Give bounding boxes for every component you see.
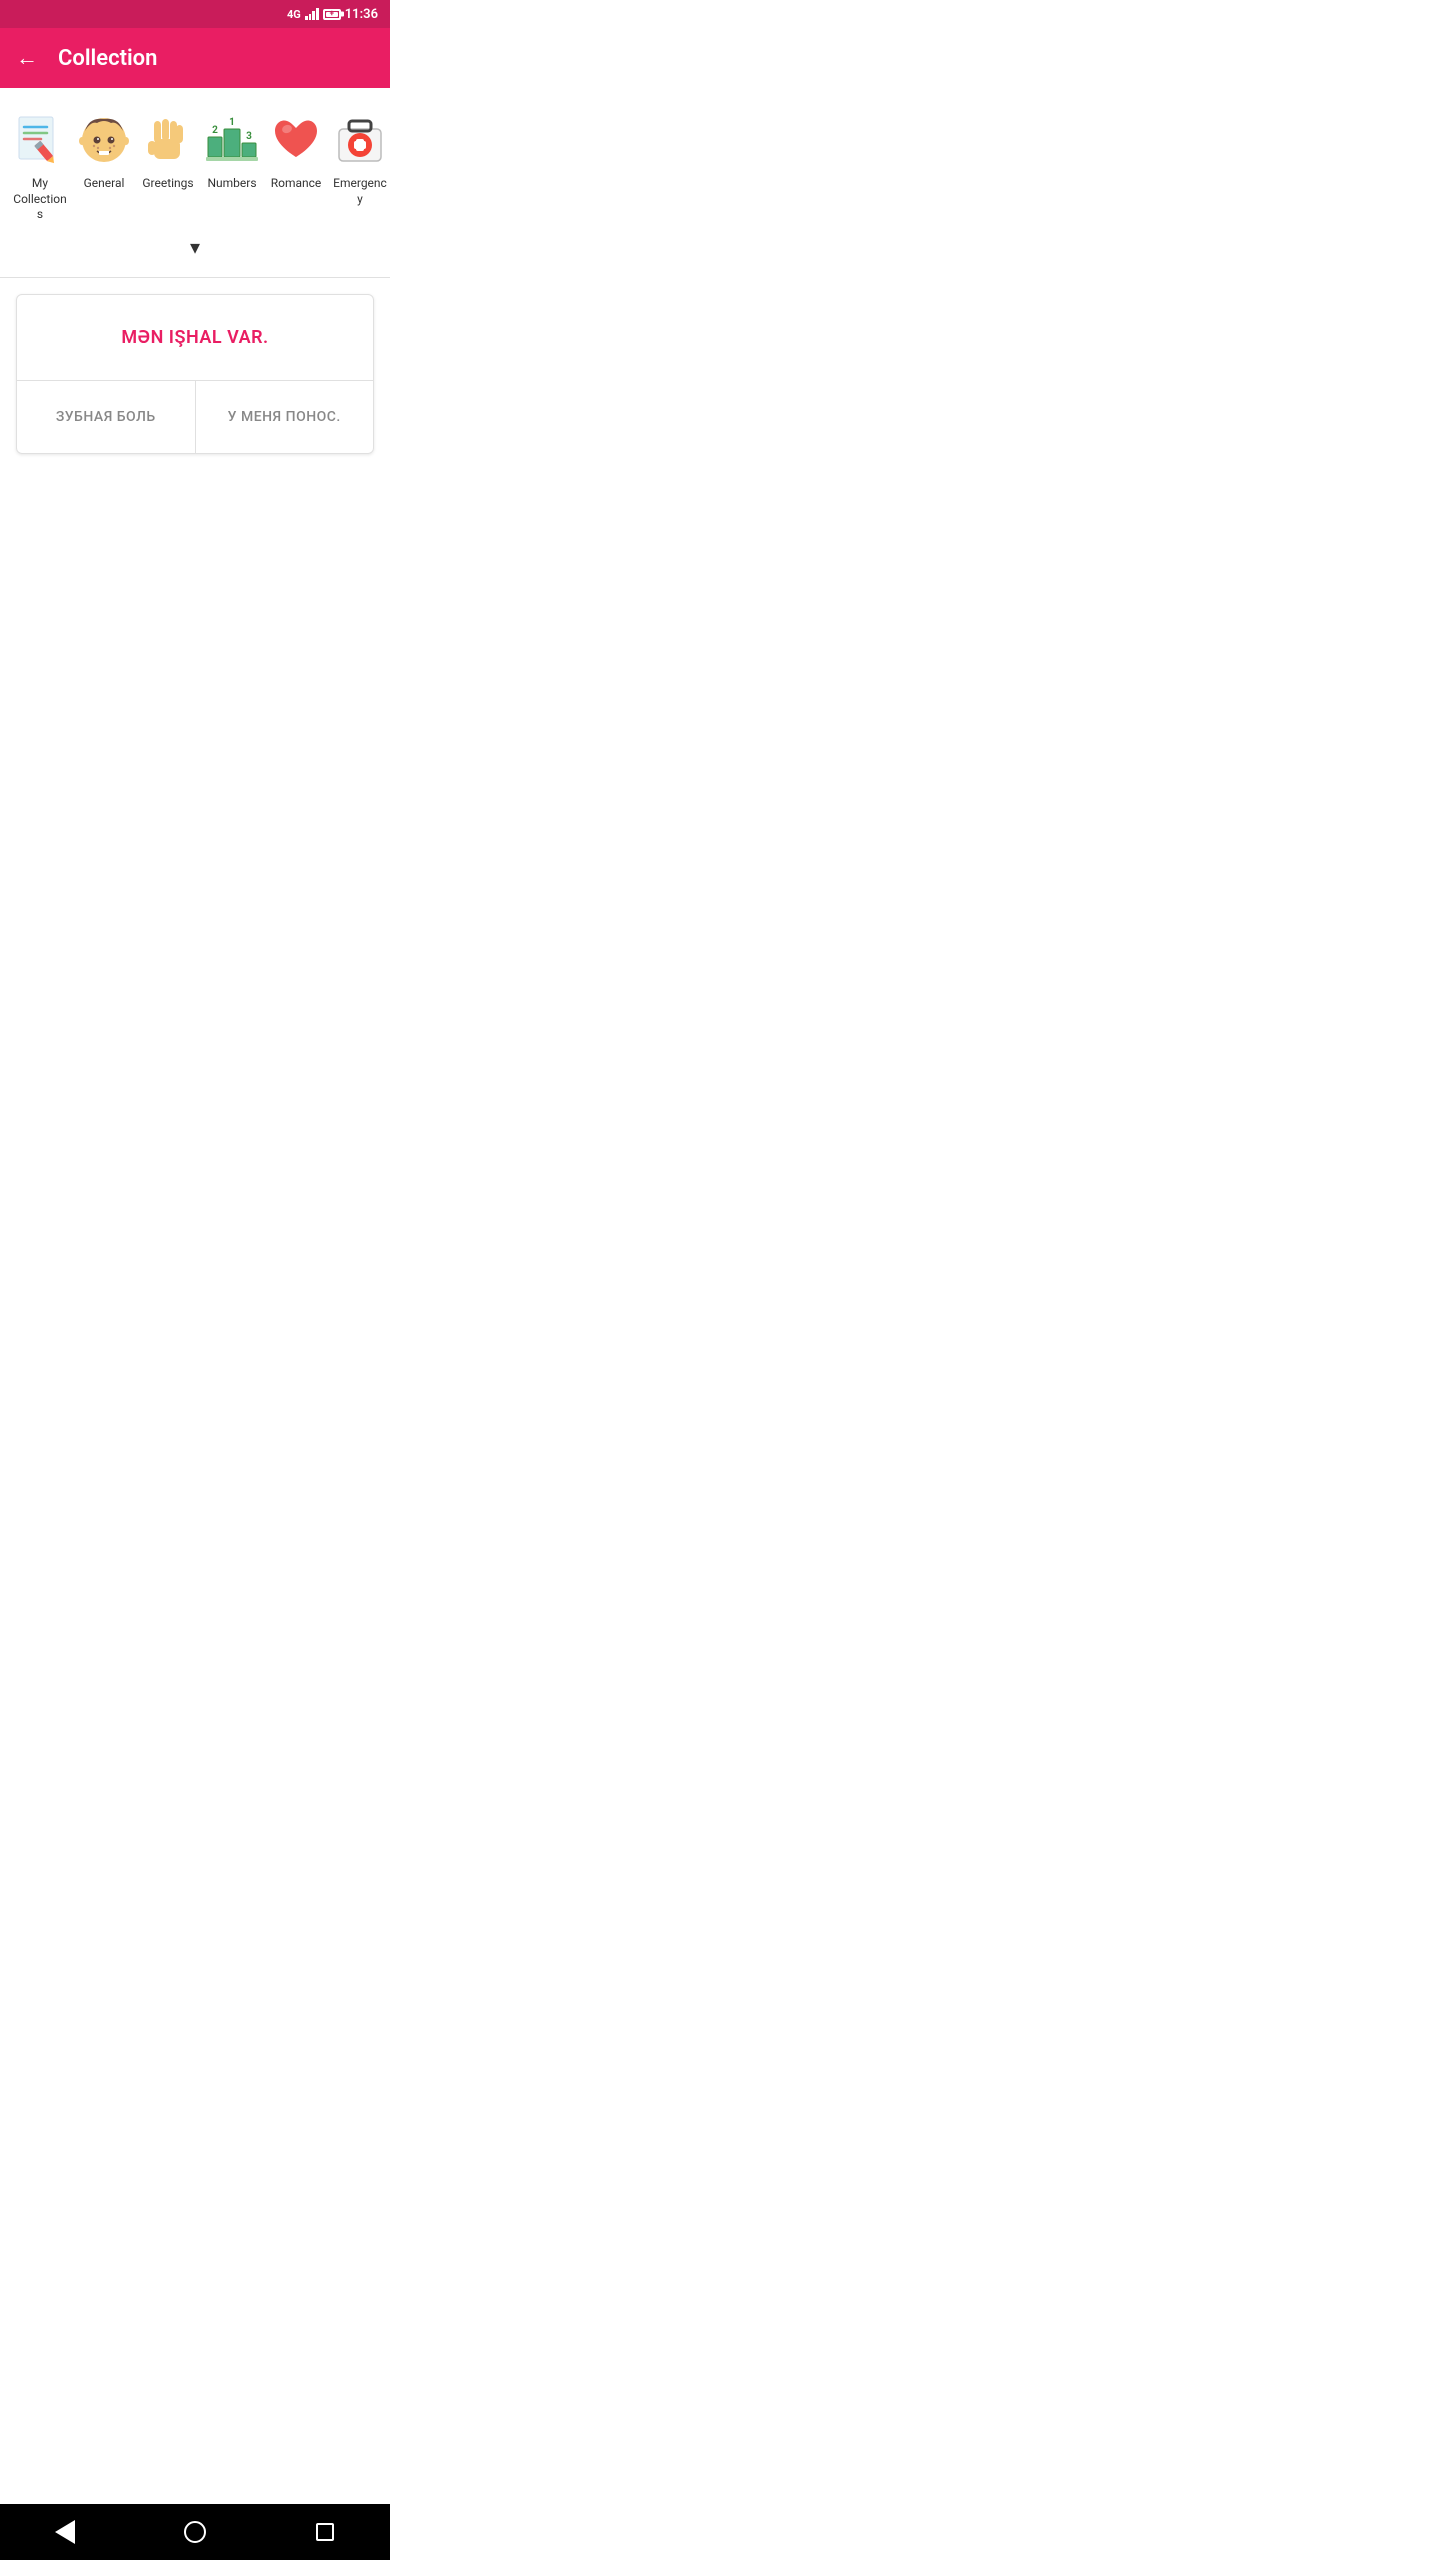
battery-icon: + xyxy=(323,9,341,20)
romance-icon xyxy=(264,108,328,172)
status-icons: 4G + 11:36 xyxy=(287,7,378,22)
numbers-label: Numbers xyxy=(207,176,256,192)
card-top[interactable]: MƏN IŞHAL VAR. xyxy=(17,295,373,381)
greetings-icon xyxy=(136,108,200,172)
app-bar: ← Collection xyxy=(0,28,390,88)
category-item-greetings[interactable]: Greetings xyxy=(136,104,200,196)
category-item-my-collections[interactable]: My Collections xyxy=(8,104,72,227)
category-item-emergency[interactable]: Emergency xyxy=(328,104,390,211)
phrase-card: MƏN IŞHAL VAR. ЗУБНАЯ БОЛЬ У МЕНЯ ПОНОС. xyxy=(16,294,374,454)
category-item-general[interactable]: General xyxy=(72,104,136,196)
emergency-label: Emergency xyxy=(332,176,388,207)
my-collections-label: My Collections xyxy=(12,176,68,223)
numbers-icon: 2 1 3 xyxy=(200,108,264,172)
greetings-label: Greetings xyxy=(142,176,193,192)
category-item-romance[interactable]: Romance xyxy=(264,104,328,196)
general-label: General xyxy=(84,176,125,192)
nav-recent-button[interactable] xyxy=(305,2512,345,2552)
card-bottom: ЗУБНАЯ БОЛЬ У МЕНЯ ПОНОС. xyxy=(17,381,373,453)
translation-left[interactable]: ЗУБНАЯ БОЛЬ xyxy=(17,381,196,453)
category-section: My Collections xyxy=(0,88,390,277)
page-title: Collection xyxy=(58,46,157,71)
general-icon xyxy=(72,108,136,172)
recent-square-icon xyxy=(316,2523,334,2541)
svg-text:1: 1 xyxy=(229,117,235,128)
section-divider xyxy=(0,277,390,278)
nav-home-button[interactable] xyxy=(175,2512,215,2552)
nav-back-button[interactable] xyxy=(45,2512,85,2552)
category-row: My Collections xyxy=(0,104,390,227)
nav-bar xyxy=(0,2504,390,2560)
chevron-down-icon[interactable]: ▾ xyxy=(190,235,200,259)
svg-text:2: 2 xyxy=(212,125,218,136)
back-triangle-icon xyxy=(55,2520,75,2544)
back-button[interactable]: ← xyxy=(16,45,38,71)
emergency-icon xyxy=(328,108,390,172)
clock: 11:36 xyxy=(345,7,378,22)
chevron-row[interactable]: ▾ xyxy=(0,227,390,269)
romance-label: Romance xyxy=(271,176,322,192)
signal-label: 4G xyxy=(287,8,301,21)
translation-right[interactable]: У МЕНЯ ПОНОС. xyxy=(196,381,374,453)
svg-text:3: 3 xyxy=(246,131,252,142)
my-collections-icon xyxy=(8,108,72,172)
phrase-main: MƏN IŞHAL VAR. xyxy=(121,327,268,348)
home-circle-icon xyxy=(184,2521,206,2543)
signal-icon xyxy=(305,8,319,20)
category-item-numbers[interactable]: 2 1 3 Numbers xyxy=(200,104,264,196)
status-bar: 4G + 11:36 xyxy=(0,0,390,28)
